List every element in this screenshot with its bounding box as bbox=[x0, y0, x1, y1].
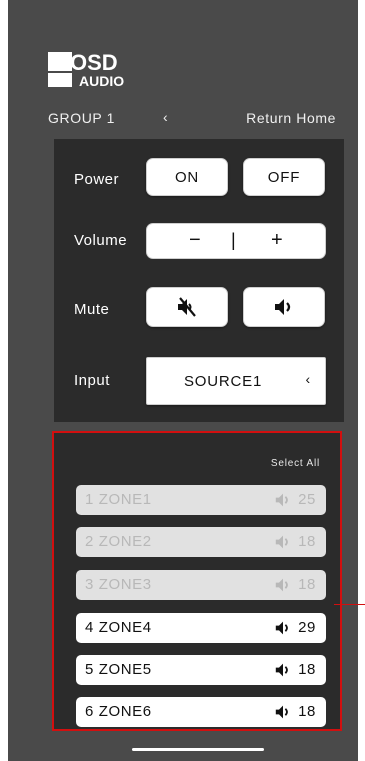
volume-up-button[interactable]: + bbox=[271, 229, 283, 252]
zone-item[interactable]: 3 ZONE3 18 bbox=[76, 570, 326, 600]
speaker-on-icon bbox=[275, 705, 288, 718]
zone-name: 6 ZONE6 bbox=[85, 703, 152, 720]
zone-volume: 18 bbox=[274, 661, 316, 678]
zone-item[interactable]: 2 ZONE2 18 bbox=[76, 527, 326, 557]
highlight-connector-line bbox=[334, 604, 365, 605]
select-all-button[interactable]: Select All bbox=[271, 458, 320, 469]
zone-volume: 18 bbox=[274, 533, 316, 550]
input-source-select[interactable]: SOURCE1 ‹ bbox=[146, 357, 326, 405]
zone-volume: 18 bbox=[274, 576, 316, 593]
speaker-on-icon bbox=[275, 621, 288, 634]
zone-list-panel: Select All 1 ZONE1 25 2 ZONE2 18 3 ZONE3… bbox=[52, 431, 342, 731]
zone-volume: 29 bbox=[274, 619, 316, 636]
zone-volume-value: 18 bbox=[298, 533, 316, 550]
speaker-on-icon bbox=[275, 663, 288, 676]
return-home-link[interactable]: Return Home bbox=[246, 110, 336, 126]
home-indicator[interactable] bbox=[132, 748, 264, 751]
group-control-panel: Power ON OFF Volume − | + Mute Input SOU… bbox=[54, 139, 344, 422]
input-source-value: SOURCE1 bbox=[184, 372, 263, 390]
volume-label: Volume bbox=[74, 232, 128, 249]
zone-item[interactable]: 1 ZONE1 25 bbox=[76, 485, 326, 515]
group-name: GROUP 1 bbox=[48, 110, 115, 126]
zone-name: 5 ZONE5 bbox=[85, 661, 152, 678]
group-header: GROUP 1 ‹ Return Home bbox=[8, 109, 358, 130]
power-label: Power bbox=[74, 171, 120, 188]
speaker-on-icon bbox=[275, 493, 288, 506]
osd-audio-logo: OSD AUDIO bbox=[48, 48, 148, 92]
speaker-on-icon bbox=[275, 535, 288, 548]
power-off-button[interactable]: OFF bbox=[243, 158, 325, 196]
volume-control: − | + bbox=[146, 223, 326, 259]
back-chevron-icon[interactable]: ‹ bbox=[163, 109, 168, 125]
volume-separator: | bbox=[231, 230, 236, 250]
input-chevron-icon: ‹ bbox=[305, 371, 311, 387]
input-label: Input bbox=[74, 372, 110, 389]
power-on-button[interactable]: ON bbox=[146, 158, 228, 196]
zone-item[interactable]: 5 ZONE5 18 bbox=[76, 655, 326, 685]
zone-volume-value: 18 bbox=[298, 576, 316, 593]
zone-name: 3 ZONE3 bbox=[85, 576, 152, 593]
zone-volume: 18 bbox=[274, 703, 316, 720]
logo-bottom-text: AUDIO bbox=[79, 73, 124, 89]
mute-off-button[interactable] bbox=[243, 287, 325, 327]
zone-volume-value: 25 bbox=[298, 491, 316, 508]
mute-on-button[interactable] bbox=[146, 287, 228, 327]
app-screen: OSD AUDIO GROUP 1 ‹ Return Home Power ON… bbox=[8, 0, 358, 761]
speaker-on-icon bbox=[273, 297, 295, 317]
zone-item[interactable]: 4 ZONE4 29 bbox=[76, 613, 326, 643]
zone-volume-value: 18 bbox=[298, 703, 316, 720]
volume-down-button[interactable]: − bbox=[189, 229, 201, 252]
zone-volume-value: 29 bbox=[298, 619, 316, 636]
zone-volume-value: 18 bbox=[298, 661, 316, 678]
mute-label: Mute bbox=[74, 301, 110, 318]
zone-item[interactable]: 6 ZONE6 18 bbox=[76, 697, 326, 727]
zone-name: 1 ZONE1 bbox=[85, 491, 152, 508]
logo-top-text: OSD bbox=[70, 50, 118, 75]
zone-volume: 25 bbox=[274, 491, 316, 508]
zone-name: 2 ZONE2 bbox=[85, 533, 152, 550]
speaker-on-icon bbox=[275, 578, 288, 591]
zone-name: 4 ZONE4 bbox=[85, 619, 152, 636]
speaker-muted-icon bbox=[176, 297, 198, 317]
